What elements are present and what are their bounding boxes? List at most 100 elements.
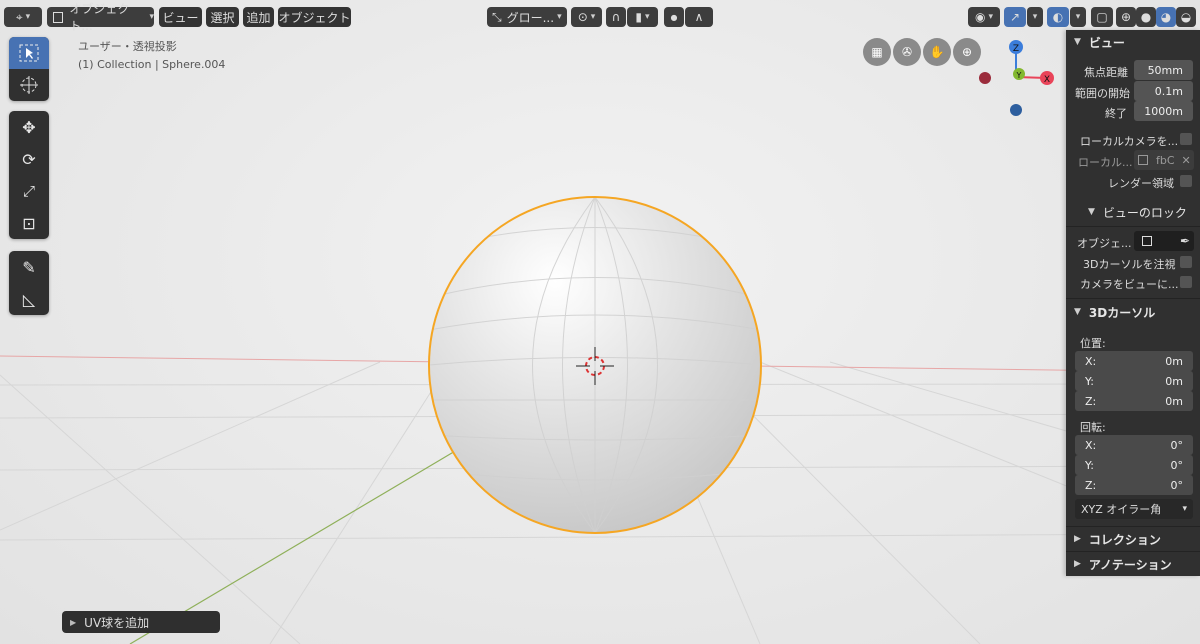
transform-tool[interactable]: ⊡ (9, 207, 49, 239)
cursor-icon (20, 76, 38, 94)
orientation-icon: ⤡ (492, 9, 502, 24)
lock-object-field[interactable]: ✒ (1134, 231, 1194, 251)
local-camera-field[interactable]: fbC ✕ (1134, 150, 1194, 170)
editor-type-icon: ⌖ (15, 9, 23, 24)
solid-icon: ● (1140, 10, 1152, 24)
svg-text:X: X (1044, 75, 1050, 85)
clip-end-field[interactable]: 1000m (1134, 101, 1193, 121)
wireframe-icon: ⊕ (1120, 10, 1132, 24)
cursor-rot-z-field[interactable]: Z: 0° (1075, 475, 1193, 495)
overlays-dropdown[interactable]: ▾ (1070, 7, 1086, 27)
camera-view-button[interactable]: ✇ (893, 38, 921, 66)
chevron-down-icon: ▾ (1182, 504, 1187, 514)
pivot-point-button[interactable]: ⊙ ▾ (571, 7, 602, 27)
hand-icon: ✋ (929, 45, 945, 59)
rotate-icon: ⟳ (22, 149, 36, 169)
rotation-mode-dropdown[interactable]: XYZ オイラー角 ▾ (1075, 499, 1193, 519)
zoom-icon: ⊕ (961, 45, 973, 59)
scale-tool[interactable]: ⤢ (9, 175, 49, 207)
object-info: (1) Collection | Sphere.004 (78, 58, 226, 71)
pivot-icon: ⊙ (577, 10, 588, 24)
navigation-gizmo[interactable]: Z X Y (975, 36, 1060, 121)
neg-z-handle (1010, 104, 1022, 116)
shading-solid[interactable]: ● (1136, 7, 1156, 27)
shading-rendered[interactable]: ◒ (1176, 7, 1196, 27)
rotate-tool[interactable]: ⟳ (9, 143, 49, 175)
svg-text:Z: Z (1013, 44, 1019, 54)
move-tool[interactable]: ✥ (9, 111, 49, 143)
snap-toggle[interactable]: ∩ (606, 7, 626, 27)
menu-add[interactable]: 追加 (243, 7, 274, 27)
material-icon: ◕ (1160, 10, 1172, 24)
falloff-dropdown[interactable]: ∧ (685, 7, 713, 27)
render-region-label: レンダー領域 (1108, 177, 1174, 190)
snap-icon: ∩ (611, 10, 621, 24)
proportional-edit-icon: ● (670, 12, 678, 22)
focal-length-label: 焦点距離 (1084, 66, 1128, 79)
menu-select[interactable]: 選択 (206, 7, 239, 27)
orientation-dropdown[interactable]: ⤡ グロー... ▾ (487, 7, 567, 27)
pan-view-button[interactable]: ✋ (923, 38, 951, 66)
proportional-edit-toggle[interactable]: ● (664, 7, 684, 27)
shading-material[interactable]: ◕ (1156, 7, 1176, 27)
cursor-panel-header[interactable]: ▼ 3Dカーソル (1066, 300, 1200, 324)
measure-tool[interactable]: ◺ (9, 283, 49, 315)
overlays-toggle[interactable]: ◐ (1047, 7, 1069, 27)
orientation-label: グロー... (506, 10, 555, 25)
editor-type-button[interactable]: ⌖ ▾ (4, 7, 42, 27)
toolbar-transform-group: ✥ ⟳ ⤢ ⊡ (9, 111, 49, 239)
toolbar-annotate-group: ✎ ◺ (9, 251, 49, 315)
view-panel-header[interactable]: ▼ ビュー (1066, 30, 1200, 54)
cursor-loc-x-field[interactable]: X: 0m (1075, 351, 1193, 371)
camera-to-view-label: カメラをビューに... (1080, 278, 1179, 291)
focal-length-field[interactable]: 50mm (1134, 60, 1193, 80)
last-operator-label: UV球を追加 (84, 615, 150, 630)
xray-toggle[interactable]: ▢ (1091, 7, 1113, 27)
gizmo-icon: ↗ (1009, 10, 1021, 24)
neg-x-handle (979, 72, 991, 84)
cursor-loc-z-field[interactable]: Z: 0m (1075, 391, 1193, 411)
local-camera-checkbox[interactable] (1180, 133, 1192, 145)
camera-icon: ✇ (901, 45, 913, 59)
camera-to-view-checkbox[interactable] (1180, 276, 1192, 288)
transform-icon: ⊡ (22, 213, 36, 233)
chevron-right-icon: ▶ (70, 617, 77, 627)
annotate-icon: ✎ (22, 257, 36, 277)
last-operator-panel[interactable]: ▶ UV球を追加 (62, 611, 220, 633)
collection-panel-header[interactable]: ▶ コレクション (1066, 527, 1200, 551)
clip-start-field[interactable]: 0.1m (1134, 81, 1193, 101)
mode-dropdown[interactable]: オブジェクト... ▾ (47, 2, 154, 33)
shading-wireframe[interactable]: ⊕ (1116, 7, 1136, 27)
cursor-location-label: 位置: (1080, 337, 1106, 350)
cursor-loc-y-field[interactable]: Y: 0m (1075, 371, 1193, 391)
mode-label: オブジェクト... (69, 2, 130, 33)
xray-icon: ▢ (1096, 10, 1108, 24)
lock-object-label: オブジェ... (1077, 237, 1132, 250)
cursor-rotation-label: 回転: (1080, 421, 1106, 434)
eyedropper-icon[interactable]: ✒ (1180, 234, 1190, 248)
cursor-rot-x-field[interactable]: X: 0° (1075, 435, 1193, 455)
visibility-dropdown[interactable]: ◉ ▾ (968, 7, 1000, 27)
gizmo-toggle[interactable]: ↗ (1004, 7, 1026, 27)
view-name: ユーザー・透視投影 (78, 40, 177, 53)
toggle-view-button[interactable]: ▦ (863, 38, 891, 66)
render-region-checkbox[interactable] (1180, 175, 1192, 187)
view-lock-header[interactable]: ▼ ビューのロック (1066, 200, 1200, 224)
snap-target-dropdown[interactable]: ▮ ▾ (627, 7, 658, 27)
annotation-panel-header[interactable]: ▶ アノテーション (1066, 552, 1200, 576)
lock-cursor-checkbox[interactable] (1180, 256, 1192, 268)
cursor-rot-y-field[interactable]: Y: 0° (1075, 455, 1193, 475)
close-icon[interactable]: ✕ (1182, 154, 1191, 167)
local-collection-label: ローカル... (1078, 156, 1133, 169)
menu-object[interactable]: オブジェクト (278, 7, 351, 27)
scale-icon: ⤢ (22, 182, 35, 200)
cursor-tool[interactable] (9, 69, 49, 101)
object-box-icon (1138, 155, 1148, 165)
gizmo-dropdown[interactable]: ▾ (1027, 7, 1043, 27)
annotate-tool[interactable]: ✎ (9, 251, 49, 283)
svg-text:Y: Y (1016, 71, 1022, 80)
lock-cursor-label: 3Dカーソルを注視 (1083, 258, 1176, 271)
menu-view[interactable]: ビュー (159, 7, 202, 27)
select-box-icon (19, 44, 39, 62)
select-box-tool[interactable] (9, 37, 49, 69)
